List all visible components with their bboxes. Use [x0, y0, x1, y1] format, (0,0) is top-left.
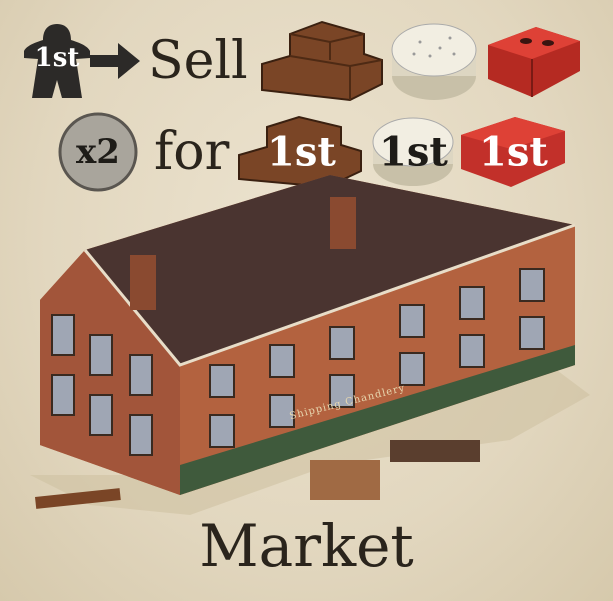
- wood-icon: [260, 20, 384, 102]
- for-label: for: [154, 122, 230, 182]
- card-title: Market: [199, 512, 414, 580]
- brick-icon: [486, 23, 582, 99]
- market-card: 1st Sell x2 for 1st 1st 1st Shipping Cha…: [0, 0, 613, 601]
- market-building-illustration: Shipping Chandlery: [30, 175, 590, 520]
- meeple-icon: 1st: [22, 22, 92, 100]
- arrow-right-icon: [90, 41, 142, 81]
- cotton-icon: [390, 20, 478, 102]
- rule-line-sell: 1st Sell: [22, 20, 582, 102]
- sell-label: Sell: [148, 31, 248, 91]
